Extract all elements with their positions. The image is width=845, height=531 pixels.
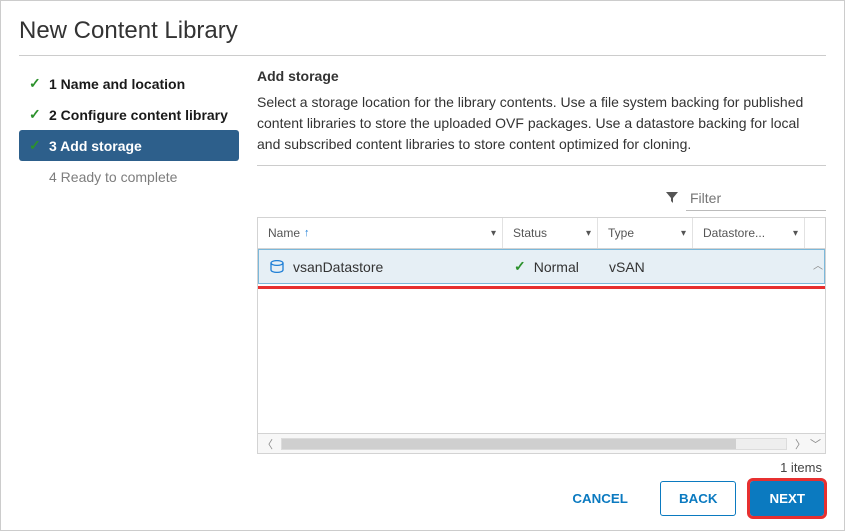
chevron-down-icon[interactable]: ▾: [793, 228, 798, 239]
dialog-title: New Content Library: [19, 17, 826, 45]
scroll-thumb[interactable]: [282, 439, 736, 449]
step-ready-complete: ✓ 4 Ready to complete: [19, 161, 239, 192]
step-configure-library[interactable]: ✓ 2 Configure content library: [19, 99, 239, 130]
step-label: 1 Name and location: [49, 76, 185, 92]
column-header-datastore-cluster[interactable]: Datastore... ▾: [693, 218, 805, 248]
back-button[interactable]: BACK: [660, 481, 737, 516]
cell-status: ✓ Normal: [504, 250, 599, 283]
table-row[interactable]: vsanDatastore ✓ Normal vSAN: [258, 249, 825, 284]
grid-footer: 〈 〉 ﹀: [258, 433, 825, 453]
scroll-left-icon[interactable]: 〈: [262, 436, 273, 452]
scroll-down-icon[interactable]: ﹀: [810, 436, 821, 452]
datastore-name: vsanDatastore: [293, 259, 383, 275]
column-header-status[interactable]: Status ▾: [503, 218, 598, 248]
filter-icon[interactable]: [666, 191, 678, 207]
type-text: vSAN: [609, 259, 645, 275]
dialog-body: ✓ 1 Name and location ✓ 2 Configure cont…: [19, 68, 826, 481]
cell-cluster: [694, 259, 804, 275]
filter-bar: [257, 186, 826, 211]
wizard-steps: ✓ 1 Name and location ✓ 2 Configure cont…: [19, 68, 239, 481]
column-header-type[interactable]: Type ▾: [598, 218, 693, 248]
column-label: Name: [268, 226, 300, 240]
chevron-down-icon[interactable]: ▾: [681, 228, 686, 239]
section-description: Select a storage location for the librar…: [257, 92, 826, 155]
filter-input[interactable]: [686, 186, 826, 211]
scroll-right-icon[interactable]: 〉: [795, 436, 806, 452]
column-label: Type: [608, 226, 634, 240]
scroll-up-icon[interactable]: ︿: [813, 257, 823, 272]
wizard-content: Add storage Select a storage location fo…: [257, 68, 826, 481]
column-header-name[interactable]: Name ↑ ▾: [258, 218, 503, 248]
grid-header: Name ↑ ▾ Status ▾ Type ▾ Datastore...: [258, 218, 825, 249]
sort-asc-icon: ↑: [304, 227, 310, 239]
status-text: Normal: [534, 259, 579, 275]
datastore-icon: [269, 260, 285, 274]
divider: [19, 55, 826, 56]
grid-body: vsanDatastore ✓ Normal vSAN: [258, 249, 825, 433]
step-add-storage[interactable]: ✓ 3 Add storage: [19, 130, 239, 161]
datastore-grid: Name ↑ ▾ Status ▾ Type ▾ Datastore...: [257, 217, 826, 454]
scroll-gutter: [805, 218, 825, 248]
step-name-location[interactable]: ✓ 1 Name and location: [19, 68, 239, 99]
cell-type: vSAN: [599, 251, 694, 283]
check-icon: ✓: [514, 258, 526, 275]
column-label: Datastore...: [703, 226, 765, 240]
step-label: 4 Ready to complete: [49, 169, 177, 185]
column-label: Status: [513, 226, 547, 240]
wizard-buttons: CANCEL BACK NEXT: [554, 481, 824, 516]
wizard-dialog: New Content Library ✓ 1 Name and locatio…: [0, 0, 845, 531]
section-title: Add storage: [257, 68, 826, 84]
chevron-down-icon[interactable]: ▾: [491, 228, 496, 239]
scroll-track[interactable]: [281, 438, 787, 450]
check-icon: ✓: [29, 106, 41, 123]
items-count: 1 items: [257, 454, 826, 481]
step-label: 2 Configure content library: [49, 107, 228, 123]
cell-name: vsanDatastore: [259, 251, 504, 283]
next-button[interactable]: NEXT: [750, 481, 824, 516]
cancel-button[interactable]: CANCEL: [554, 481, 646, 516]
check-icon: ✓: [29, 137, 41, 154]
chevron-down-icon[interactable]: ▾: [586, 228, 591, 239]
step-label: 3 Add storage: [49, 138, 142, 154]
divider: [257, 165, 826, 166]
horizontal-scrollbar[interactable]: 〈 〉 ﹀: [258, 436, 825, 452]
check-icon: ✓: [29, 75, 41, 92]
